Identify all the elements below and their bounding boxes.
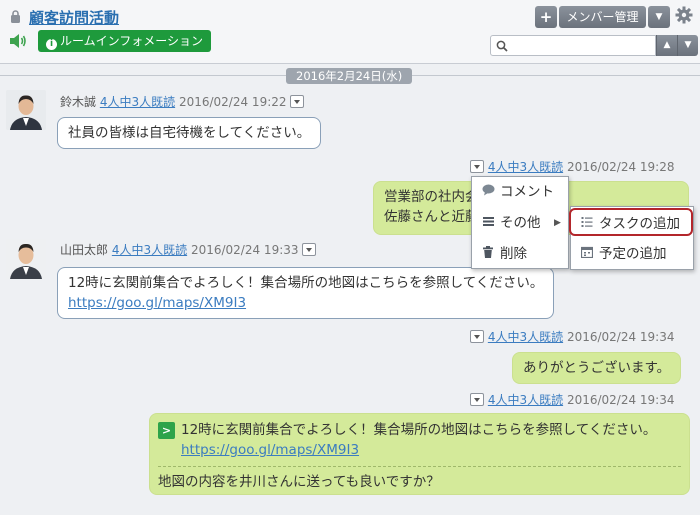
search-icon	[496, 40, 508, 52]
message-meta: 山田太郎 4人中3人既読 2016/02/24 19:33	[60, 242, 317, 258]
comment-icon	[482, 177, 496, 207]
calendar-icon	[580, 240, 595, 268]
message-text: ありがとうございます。	[523, 360, 671, 376]
submenu-item-add-schedule[interactable]: 予定の追加	[571, 240, 693, 268]
message-menu-button[interactable]	[470, 393, 484, 406]
submenu-item-label: 予定の追加	[599, 246, 667, 262]
avatar[interactable]	[6, 239, 46, 279]
sender-name[interactable]: 鈴木誠	[60, 95, 96, 109]
read-status-link[interactable]: 4人中3人既読	[488, 160, 563, 174]
member-management-button[interactable]: メンバー管理	[559, 6, 646, 28]
timestamp: 2016/02/24 19:22	[178, 95, 287, 109]
message-text: 地図の内容を井川さんに送っても良いですか？	[158, 474, 440, 490]
menu-item-other[interactable]: その他 ▶	[472, 208, 568, 238]
quote-link[interactable]: https://goo.gl/maps/XM9I3	[158, 440, 681, 460]
gear-icon[interactable]	[675, 6, 693, 24]
search-input[interactable]	[490, 35, 656, 56]
message-menu-button[interactable]	[290, 95, 305, 108]
task-icon	[581, 210, 595, 238]
timestamp: 2016/02/24 19:28	[566, 160, 675, 174]
sender-name[interactable]: 山田太郎	[60, 243, 108, 257]
room-info-label: ルームインフォメーション	[60, 34, 204, 48]
message-meta: 鈴木誠 4人中3人既読 2016/02/24 19:22	[60, 94, 305, 110]
message-bubble: 社員の皆様は自宅待機をしてください。	[57, 117, 322, 149]
search-prev-button[interactable]: ▲	[656, 35, 677, 56]
avatar[interactable]	[6, 90, 46, 130]
trash-icon	[482, 239, 496, 269]
read-status-link[interactable]: 4人中3人既読	[488, 330, 563, 344]
menu-item-comment[interactable]: コメント	[472, 177, 568, 207]
speaker-icon[interactable]	[8, 32, 28, 50]
message-link[interactable]: https://goo.gl/maps/XM9I3	[68, 293, 543, 313]
list-icon	[482, 208, 496, 238]
room-info-button[interactable]: i ルームインフォメーション	[38, 30, 212, 52]
chevron-right-icon: ▶	[554, 218, 561, 228]
message-context-menu: コメント その他 ▶ 削除	[471, 176, 569, 269]
timestamp: 2016/02/24 19:33	[190, 243, 299, 257]
message-bubble: ありがとうございます。	[512, 352, 682, 384]
room-title[interactable]: 顧客訪問活動	[29, 7, 119, 28]
submenu-item-add-task[interactable]: タスクの追加	[569, 208, 693, 236]
chevron-down-icon: ▼	[684, 40, 692, 50]
lock-icon	[11, 10, 20, 23]
room-header: 顧客訪問活動 i ルームインフォメーション + メンバー管理 ▼ ▲ ▼	[0, 0, 700, 64]
menu-item-label: 削除	[500, 246, 527, 262]
message-meta: 4人中3人既読 2016/02/24 19:34	[470, 392, 675, 408]
read-status-link[interactable]: 4人中3人既読	[100, 95, 175, 109]
message-meta: 4人中3人既読 2016/02/24 19:34	[470, 329, 675, 345]
menu-item-delete[interactable]: 削除	[472, 239, 568, 269]
quote-icon: >	[158, 422, 175, 439]
message-bubble: >12時に玄関前集合でよろしく！集合場所の地図はこちらを参照してください。 ht…	[149, 413, 690, 495]
add-button[interactable]: +	[535, 6, 557, 28]
message-text: 社員の皆様は自宅待機をしてください。	[68, 125, 311, 141]
message-text: 12時に玄関前集合でよろしく！集合場所の地図はこちらを参照してください。	[68, 275, 544, 291]
message-menu-button[interactable]	[302, 243, 317, 256]
quote-block: >12時に玄関前集合でよろしく！集合場所の地図はこちらを参照してください。 ht…	[158, 420, 681, 467]
chevron-down-icon: ▼	[655, 12, 663, 22]
read-status-link[interactable]: 4人中3人既読	[488, 393, 563, 407]
avatar-suzuki	[6, 90, 46, 130]
message-menu-button[interactable]	[470, 330, 484, 343]
read-status-link[interactable]: 4人中3人既読	[112, 243, 187, 257]
submenu-item-label: タスクの追加	[599, 216, 680, 232]
search-next-button[interactable]: ▼	[677, 35, 698, 56]
timestamp: 2016/02/24 19:34	[566, 330, 675, 344]
avatar-yamada	[6, 239, 46, 279]
menu-item-label: コメント	[500, 184, 554, 200]
message-meta: 4人中3人既読 2016/02/24 19:28	[470, 159, 675, 175]
toolbar-dropdown-button[interactable]: ▼	[648, 6, 670, 28]
info-icon: i	[46, 39, 57, 50]
quote-text: 12時に玄関前集合でよろしく！集合場所の地図はこちらを参照してください。	[181, 422, 657, 438]
menu-item-label: その他	[500, 215, 541, 231]
date-label: 2016年2月24日(水)	[286, 68, 413, 84]
other-submenu: タスクの追加 予定の追加	[569, 206, 694, 270]
message-menu-button[interactable]	[470, 160, 484, 173]
message-bubble: 12時に玄関前集合でよろしく！集合場所の地図はこちらを参照してください。 htt…	[57, 267, 555, 319]
timestamp: 2016/02/24 19:34	[566, 393, 675, 407]
chevron-up-icon: ▲	[663, 40, 671, 50]
